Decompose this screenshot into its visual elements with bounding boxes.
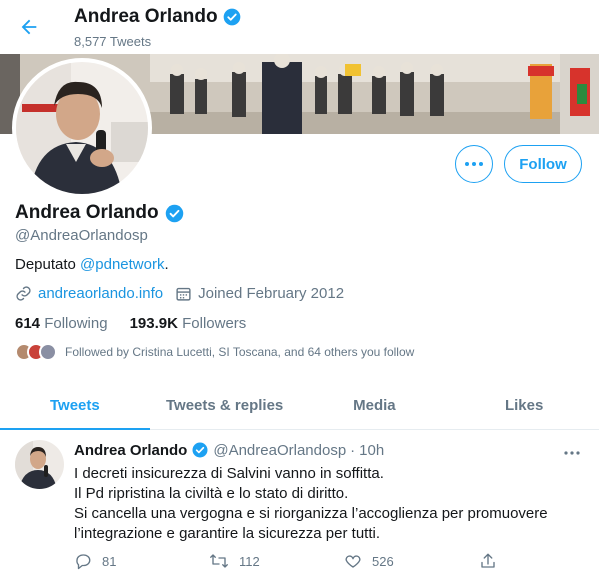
followers-stat[interactable]: 193.9K Followers — [130, 315, 247, 332]
profile-handle: @AndreaOrlandosp — [15, 227, 148, 244]
bio-mention-link[interactable]: @pdnetwork — [80, 256, 164, 273]
tweet-author-name[interactable]: Andrea Orlando — [74, 442, 187, 459]
share-button[interactable] — [479, 552, 599, 570]
tweet-header: Andrea Orlando @AndreaOrlandosp · 10h — [74, 441, 384, 459]
following-count: 614 — [15, 315, 41, 332]
reply-count: 81 — [102, 553, 117, 569]
following-stat[interactable]: 614 Following — [15, 315, 108, 332]
followers-count: 193.9K — [129, 315, 178, 332]
back-button[interactable] — [14, 12, 44, 42]
retweet-count: 112 — [239, 553, 260, 569]
tab-likes[interactable]: Likes — [449, 382, 599, 429]
more-horizontal-icon — [465, 162, 483, 166]
profile-meta: andreaorlando.info Joined February 2012 — [15, 285, 356, 302]
verified-badge-icon — [165, 204, 183, 222]
tab-media[interactable]: Media — [300, 382, 450, 429]
follower-avatar — [39, 343, 57, 361]
arrow-left-icon — [21, 19, 37, 35]
follow-button[interactable]: Follow — [504, 145, 582, 183]
website-item: andreaorlando.info — [15, 285, 163, 302]
like-button[interactable]: 526 — [344, 552, 479, 570]
tweet-time[interactable]: 10h — [359, 442, 384, 459]
tweet-avatar[interactable] — [15, 440, 64, 489]
heart-icon — [345, 555, 361, 568]
bio-text: Deputato — [15, 256, 81, 273]
followed-by[interactable]: Followed by Cristina Lucetti, SI Toscana… — [15, 343, 414, 361]
link-icon — [16, 286, 31, 301]
profile-bio: Deputato @pdnetwork. — [15, 256, 169, 273]
more-options-button[interactable] — [455, 145, 493, 183]
header-name: Andrea Orlando — [74, 6, 218, 27]
followers-label: Followers — [182, 315, 247, 332]
profile-name-row: Andrea Orlando — [15, 202, 185, 224]
followed-by-text: Followed by Cristina Lucetti, SI Toscana… — [65, 345, 415, 359]
tweet-menu-button[interactable] — [563, 443, 581, 461]
tweet-count: 8,577 Tweets — [74, 34, 152, 49]
header-title: Andrea Orlando — [74, 6, 242, 28]
verified-badge-icon — [192, 442, 208, 458]
tweet-text: I decreti insicurezza di Salvini vanno i… — [74, 464, 584, 544]
profile-name: Andrea Orlando — [15, 202, 159, 223]
tweet-line: Il Pd ripristina la civiltà e lo stato d… — [74, 485, 349, 502]
profile-tabs: Tweets Tweets & replies Media Likes — [0, 382, 599, 430]
following-label: Following — [44, 315, 108, 332]
more-horizontal-icon — [564, 451, 580, 455]
tweet-avatar-image — [15, 440, 64, 489]
tweet-author-handle: @AndreaOrlandosp — [213, 441, 347, 459]
verified-badge-icon — [223, 8, 240, 26]
profile-avatar[interactable] — [12, 58, 152, 198]
tweet[interactable]: Andrea Orlando @AndreaOrlandosp · 10h I … — [0, 431, 599, 579]
retweet-button[interactable]: 112 — [209, 552, 344, 570]
joined-item: Joined February 2012 — [175, 285, 344, 302]
website-link[interactable]: andreaorlando.info — [38, 285, 163, 302]
tweet-line: Si cancella una vergogna e si riorganizz… — [74, 505, 548, 542]
tweet-separator: · — [350, 441, 356, 459]
share-icon — [481, 553, 495, 568]
like-count: 526 — [372, 553, 394, 569]
tab-tweets[interactable]: Tweets — [0, 382, 150, 430]
reply-icon — [76, 554, 91, 570]
top-bar: Andrea Orlando 8,577 Tweets — [0, 0, 599, 54]
tweet-line: I decreti insicurezza di Salvini vanno i… — [74, 465, 384, 482]
profile-stats: 614 Following 193.9K Followers — [15, 315, 268, 332]
bio-suffix: . — [164, 256, 169, 273]
avatar-image — [16, 62, 148, 194]
tab-tweets-replies[interactable]: Tweets & replies — [150, 382, 300, 429]
tweet-actions: 81 112 526 — [74, 552, 599, 570]
calendar-icon — [176, 287, 191, 301]
joined-date: Joined February 2012 — [198, 285, 345, 302]
reply-button[interactable]: 81 — [74, 552, 209, 570]
retweet-icon — [210, 554, 228, 568]
